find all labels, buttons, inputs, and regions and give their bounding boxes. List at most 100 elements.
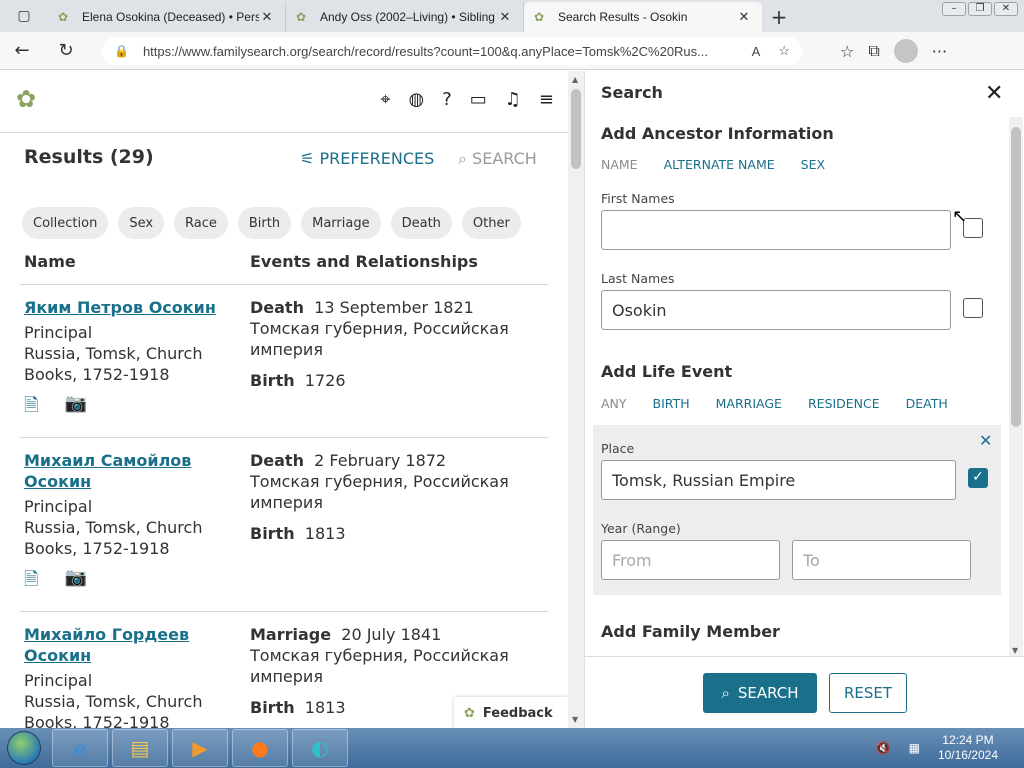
panel-scrollbar[interactable]: ▼ bbox=[1009, 117, 1023, 657]
year-to-input[interactable]: To bbox=[792, 540, 971, 580]
record-collection: Russia, Tomsk, Church Books, 1752-1918 bbox=[24, 692, 203, 728]
last-names-exact-checkbox[interactable] bbox=[963, 298, 983, 318]
maximize-icon[interactable]: ❐ bbox=[968, 2, 992, 16]
bell-icon[interactable]: ♫ bbox=[505, 89, 521, 110]
more-icon[interactable]: ··· bbox=[932, 42, 947, 61]
taskbar-media-player-icon[interactable]: ▶ bbox=[172, 729, 228, 767]
scroll-down-icon[interactable]: ▼ bbox=[572, 715, 578, 724]
filter-chip-sex[interactable]: Sex bbox=[118, 207, 165, 239]
close-tab-icon[interactable]: ✕ bbox=[497, 9, 513, 25]
event-date: 20 July 1841 bbox=[341, 625, 442, 644]
page-scrollbar[interactable]: ▲ ▼ bbox=[568, 71, 584, 728]
record-name-link[interactable]: Михайло Гордеев Осокин bbox=[24, 624, 224, 666]
panel-footer: ⌕ SEARCH RESET bbox=[585, 656, 1024, 728]
taskbar-ie-icon[interactable]: ℯ bbox=[52, 729, 108, 767]
filter-chip-death[interactable]: Death bbox=[390, 207, 452, 239]
globe-icon[interactable]: ◍ bbox=[408, 89, 424, 110]
camera-icon[interactable]: 📷 bbox=[64, 393, 86, 423]
year-from-input[interactable]: From bbox=[601, 540, 780, 580]
windows-logo-icon bbox=[7, 731, 41, 765]
preferences-button[interactable]: ⚟ PREFERENCES bbox=[300, 149, 434, 168]
tab-marriage[interactable]: MARRIAGE bbox=[716, 396, 782, 411]
tab-any[interactable]: ANY bbox=[601, 396, 627, 411]
filter-chip-race[interactable]: Race bbox=[174, 207, 228, 239]
record-name-link[interactable]: Михаил Самойлов Осокин bbox=[24, 450, 224, 492]
ancestor-section-title: Add Ancestor Information bbox=[601, 124, 834, 143]
filter-chip-collection[interactable]: Collection bbox=[22, 207, 109, 239]
close-tab-icon[interactable]: ✕ bbox=[259, 9, 275, 25]
close-tab-icon[interactable]: ✕ bbox=[736, 9, 752, 25]
tab-alternate-name[interactable]: ALTERNATE NAME bbox=[664, 157, 775, 172]
place-input[interactable]: Tomsk, Russian Empire bbox=[601, 460, 956, 500]
results-page: ✿ ⌖ ◍ ? ▭ ♫ ≡ Results (29) ⚟ PREFERENCES… bbox=[0, 71, 568, 728]
map-pin-icon[interactable]: ⌖ bbox=[380, 89, 390, 110]
scroll-thumb[interactable] bbox=[571, 89, 581, 169]
first-names-input[interactable] bbox=[601, 210, 951, 250]
record-role: Principal bbox=[24, 497, 93, 516]
tab-name[interactable]: NAME bbox=[601, 157, 638, 172]
scroll-up-icon[interactable]: ▲ bbox=[572, 75, 578, 84]
record-role: Principal bbox=[24, 671, 93, 690]
search-toggle-button[interactable]: ⌕ SEARCH bbox=[458, 149, 537, 169]
minimize-icon[interactable]: – bbox=[942, 2, 966, 16]
tab-title: Search Results - Osokin bbox=[558, 10, 688, 24]
refresh-icon[interactable]: ↻ bbox=[44, 32, 88, 70]
reset-button[interactable]: RESET bbox=[829, 673, 907, 713]
tab-title: Andy Oss (2002–Living) • Sibling bbox=[320, 10, 495, 24]
familysearch-favicon-icon: ✿ bbox=[534, 10, 545, 24]
panel-scroll-down-icon[interactable]: ▼ bbox=[1012, 646, 1018, 655]
new-tab-icon[interactable]: + bbox=[762, 2, 796, 32]
taskbar-edge-icon[interactable]: ◐ bbox=[292, 729, 348, 767]
remove-event-icon[interactable]: ✕ bbox=[979, 431, 992, 450]
filter-chips: Collection Sex Race Birth Marriage Death… bbox=[22, 207, 521, 239]
close-window-icon[interactable]: ✕ bbox=[994, 2, 1018, 16]
browser-tab-3-active[interactable]: ✿ Search Results - Osokin ✕ bbox=[524, 2, 762, 32]
event-type: Death bbox=[250, 298, 304, 317]
url-field[interactable]: 🔒 https://www.familysearch.org/search/re… bbox=[102, 37, 802, 65]
network-icon[interactable]: ▦ bbox=[909, 741, 920, 755]
volume-muted-icon[interactable]: 🔇 bbox=[876, 741, 891, 755]
start-button[interactable] bbox=[0, 728, 48, 768]
read-aloud-icon[interactable]: A bbox=[752, 44, 761, 59]
taskbar-explorer-icon[interactable]: ▤ bbox=[112, 729, 168, 767]
browser-tab-2[interactable]: ✿ Andy Oss (2002–Living) • Sibling ✕ bbox=[286, 2, 524, 32]
collections-icon[interactable]: ⧉ bbox=[868, 41, 879, 61]
record-actions: 🗎 📷 bbox=[24, 567, 87, 597]
column-header-events: Events and Relationships bbox=[250, 252, 478, 271]
tab-birth[interactable]: BIRTH bbox=[653, 396, 690, 411]
profile-avatar[interactable] bbox=[893, 39, 918, 63]
record-name-link[interactable]: Яким Петров Осокин bbox=[24, 297, 224, 318]
document-icon[interactable]: 🗎 bbox=[24, 567, 38, 597]
close-panel-icon[interactable]: ✕ bbox=[985, 81, 1003, 106]
menu-icon[interactable]: ≡ bbox=[539, 89, 554, 110]
event-date: 13 September 1821 bbox=[314, 298, 474, 317]
filter-chip-birth[interactable]: Birth bbox=[237, 207, 292, 239]
record-collection: Russia, Tomsk, Church Books, 1752-1918 bbox=[24, 344, 203, 384]
last-names-input[interactable]: Osokin bbox=[601, 290, 951, 330]
feedback-button[interactable]: ✿ Feedback bbox=[454, 697, 568, 728]
tab-residence[interactable]: RESIDENCE bbox=[808, 396, 880, 411]
filter-chip-marriage[interactable]: Marriage bbox=[301, 207, 381, 239]
lock-icon: 🔒 bbox=[114, 44, 129, 58]
chat-icon[interactable]: ▭ bbox=[470, 89, 487, 110]
document-icon[interactable]: 🗎 bbox=[24, 393, 38, 423]
back-icon[interactable]: ← bbox=[0, 32, 44, 70]
tab-sex[interactable]: SEX bbox=[801, 157, 825, 172]
camera-icon[interactable]: 📷 bbox=[64, 567, 86, 597]
familysearch-logo-icon[interactable]: ✿ bbox=[16, 85, 36, 113]
add-favorite-icon[interactable]: ☆ bbox=[778, 43, 790, 59]
favorites-icon[interactable]: ☆ bbox=[840, 42, 854, 61]
search-button[interactable]: ⌕ SEARCH bbox=[703, 673, 817, 713]
filter-chip-other[interactable]: Other bbox=[461, 207, 521, 239]
taskbar: ℯ ▤ ▶ ● ◐ 🔇 ▦ 12:24 PM 10/16/2024 bbox=[0, 728, 1024, 768]
tab-death[interactable]: DEATH bbox=[906, 396, 948, 411]
taskbar-firefox-icon[interactable]: ● bbox=[232, 729, 288, 767]
help-icon[interactable]: ? bbox=[442, 89, 452, 110]
event-place: Томская губерния, Российская империя bbox=[250, 646, 509, 686]
tab-actions-icon[interactable]: ▢ bbox=[0, 0, 48, 32]
clock[interactable]: 12:24 PM 10/16/2024 bbox=[938, 733, 998, 763]
panel-scroll-thumb[interactable] bbox=[1011, 127, 1021, 427]
record-actions: 🗎 📷 bbox=[24, 393, 87, 423]
place-exact-checkbox[interactable]: ✓ bbox=[968, 468, 988, 488]
browser-tab-1[interactable]: ✿ Elena Osokina (Deceased) • Person ✕ bbox=[48, 2, 286, 32]
